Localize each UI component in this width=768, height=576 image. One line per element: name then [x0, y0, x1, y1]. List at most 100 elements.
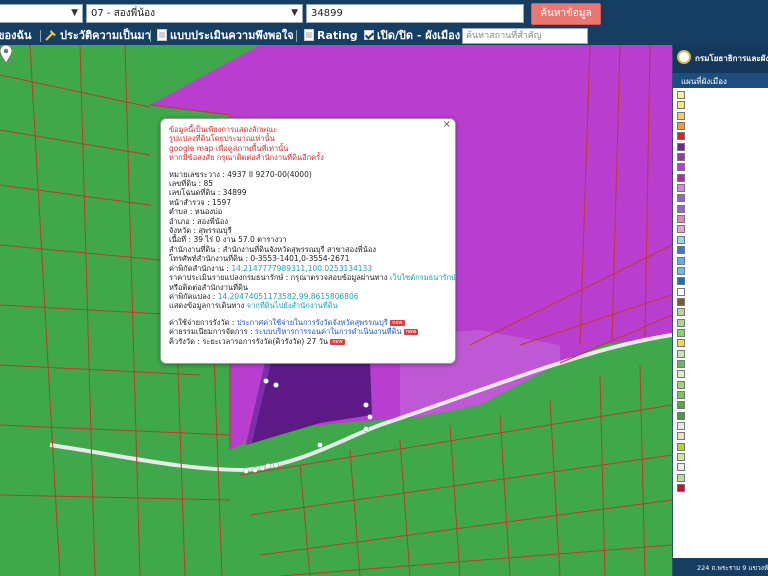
legend-swatch — [677, 184, 685, 193]
legend-item — [673, 277, 768, 287]
legend-item — [673, 359, 768, 370]
district-select[interactable]: 07 - สองพี่น้อง ▼ — [86, 4, 303, 23]
checkbox-checked-icon[interactable] — [364, 30, 374, 40]
field-row: โทรศัพท์สำนักงานที่ดิน : 0-3553-1401,0-3… — [169, 254, 350, 264]
legend-swatch — [677, 401, 685, 410]
legend-swatch — [677, 225, 685, 234]
legend-item — [673, 163, 768, 173]
province-select[interactable]: ▼ — [0, 4, 83, 23]
department-logo-icon — [677, 50, 691, 64]
field-value: 0-3553-1401,0-3554-2671 — [250, 254, 350, 264]
survey-fee-link[interactable]: ประกาศค่าใช้จ่ายในการรังวัดจังหวัดสุพรรณ… — [237, 318, 388, 327]
legend-item — [673, 370, 768, 380]
legend-swatch — [677, 235, 685, 244]
legend-item — [673, 463, 768, 473]
legend-item — [673, 339, 768, 349]
office-coord-link[interactable]: 14.2147777989311,100.0253134133 — [231, 264, 372, 273]
route-link[interactable]: จากที่ดินไปยังสำนักงานที่ดิน — [247, 301, 338, 310]
parcel-number-input[interactable]: 34899 — [306, 4, 524, 23]
legend-item — [673, 266, 768, 277]
office-coord-label: ค่าพิกัดสำนักงาน — [169, 263, 225, 273]
legend-swatch — [677, 266, 685, 275]
chevron-down-icon: ▼ — [291, 8, 298, 18]
location-pin-icon[interactable] — [0, 45, 12, 63]
notice-line: google map เพื่อดูสภาพพื้นที่เท่านั้น — [169, 143, 289, 153]
field-row: เนื้อที่ : 39 ไร่ 0 งาน 57.0 ตารางวา — [169, 235, 287, 245]
mgmt-fee-link[interactable]: ระบบบริหารการรอนค่าในการดำเนินงานที่ดิน — [255, 327, 402, 336]
legend-item — [673, 194, 768, 204]
close-icon[interactable]: × — [443, 119, 451, 129]
toolbar-mystuff[interactable]: ของฉัน — [0, 27, 32, 45]
legend-item — [673, 184, 768, 194]
field-row: หน้าสำรวจ : 1597 — [169, 197, 232, 207]
legend-swatch — [677, 142, 685, 151]
treasury-website-link[interactable]: เว็บไซต์กรมธนารักษ์ — [390, 273, 455, 282]
field-label: หน้าสำรวจ — [169, 197, 205, 207]
toolbar-rating[interactable]: Rating — [304, 27, 358, 45]
legend-swatch — [677, 463, 685, 472]
legend-swatch — [677, 204, 685, 213]
field-label: จังหวัด — [169, 226, 192, 236]
field-label: อำเภอ — [169, 216, 190, 226]
legend-item — [673, 132, 768, 142]
legend-swatch — [677, 442, 685, 451]
field-row: ตำบล : หนองบ่อ — [169, 207, 223, 217]
toolbar-divider — [40, 30, 41, 42]
field-label: สำนักงานที่ดิน — [169, 244, 216, 254]
legend-item — [673, 153, 768, 163]
legend-item — [673, 318, 768, 329]
survey-fee-row: ค่าใช้จ่ายการรังวัด : ประกาศค่าใช้จ่ายใน… — [169, 317, 405, 327]
place-search-input[interactable]: ค้นหาสถานที่สำคัญ — [462, 28, 588, 44]
field-value: 34899 — [222, 188, 247, 198]
legend-item — [673, 101, 768, 111]
field-value: หนองบ่อ — [194, 207, 223, 217]
legend-item — [673, 432, 768, 442]
legend-swatch — [677, 473, 685, 482]
toolbar-history[interactable]: ประวัติความเป็นมา — [45, 27, 151, 45]
legend-item — [673, 390, 768, 401]
legend-swatch — [677, 277, 685, 286]
parcel-number-value: 34899 — [311, 8, 343, 19]
field-label: ตำบล — [169, 207, 188, 217]
district-select-value: 07 - สองพี่น้อง — [91, 8, 155, 19]
legend-item — [673, 173, 768, 184]
parcel-fields: หมายเลขระวาง : 4937 II 9270-00(4000) เลข… — [169, 169, 455, 311]
search-button[interactable]: ค้นหาข้อมูล — [531, 3, 601, 25]
field-value: 4937 II 9270-00(4000) — [227, 169, 312, 179]
legend-header: กรมโยธาธิการและผังเมือง — [673, 45, 768, 73]
new-badge: new — [390, 319, 405, 326]
toolbar: ของฉัน ประวัติความเป็นมา แบบประเมินความพ… — [0, 27, 768, 45]
legend-swatch — [677, 101, 685, 110]
legend-swatch — [677, 111, 685, 120]
legend-swatch — [677, 380, 685, 389]
legend-item — [673, 411, 768, 422]
toggle-city-plan[interactable]: เปิด/ปิด - ผังเมือง — [364, 27, 460, 45]
survey-fee-label: ค่าใช้จ่ายการรังวัด — [169, 317, 230, 327]
field-label: หมายเลขระวาง — [169, 169, 220, 179]
office-coord-row: ค่าพิกัดสำนักงาน : 14.2147777989311,100.… — [169, 263, 373, 273]
notice-line: รูปแปลงที่ดินโดยประมาณเท่านั้น — [169, 134, 275, 144]
legend-item — [673, 142, 768, 153]
toolbar-divider — [296, 30, 297, 42]
survey-queue-value: ระยะเวลารอการรังวัด(คิวรังวัด) 27 วัน — [202, 336, 328, 346]
survey-queue-label: คิวรังวัด — [169, 336, 196, 346]
legend-item — [673, 256, 768, 267]
legend-swatch — [677, 328, 685, 337]
field-label: เนื้อที่ — [169, 235, 187, 245]
toolbar-divider — [150, 30, 151, 42]
map-view[interactable]: × ข้อมูลนี้เป็นเพียงการแสดงลักษณะ รูปแปล… — [0, 45, 672, 576]
legend-item — [673, 246, 768, 256]
legend-tab[interactable]: แผนที่ผังเมือง — [673, 73, 768, 88]
toolbar-evaluation[interactable]: แบบประเมินความพึงพอใจ — [157, 27, 294, 45]
legend-item — [673, 453, 768, 463]
price-row: ราคาประเมินรายแปลงกรมธนารักษ์ : กรุณาตรว… — [169, 273, 455, 282]
legend-swatch — [677, 359, 685, 368]
field-value: สองพี่น้อง — [197, 216, 229, 226]
mgmt-fee-label: ค่าธรรมเนียมการจัดการ — [169, 327, 248, 337]
legend-swatch — [677, 163, 685, 172]
field-label: โทรศัพท์สำนักงานที่ดิน — [169, 254, 244, 264]
parcel-coord-link[interactable]: 14.20474051173582,99.8615806806 — [218, 292, 359, 301]
legend-swatch — [677, 318, 685, 327]
legend-swatch — [677, 256, 685, 265]
chevron-down-icon: ▼ — [71, 8, 78, 18]
